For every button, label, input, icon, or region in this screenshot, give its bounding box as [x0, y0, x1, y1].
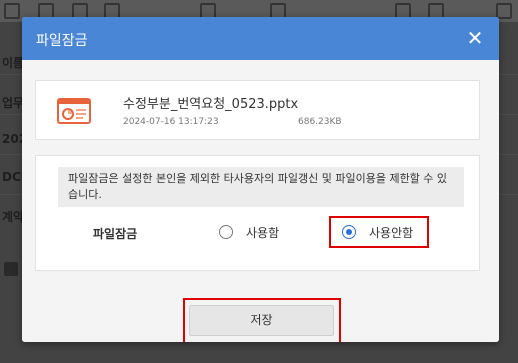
dialog-header: 파일잠금 ✕ [22, 17, 499, 60]
lock-icon [4, 262, 18, 276]
radio-use[interactable]: 사용함 [219, 222, 279, 242]
radio-use-circle[interactable] [219, 225, 233, 239]
dialog-body: 수정부분_번역요청_0523.pptx 2024-07-16 13:17:23 … [22, 60, 499, 342]
file-name: 수정부분_번역요청_0523.pptx [123, 97, 299, 112]
highlight-box [183, 298, 341, 342]
file-info-card: 수정부분_번역요청_0523.pptx 2024-07-16 13:17:23 … [35, 80, 480, 140]
pptx-file-icon [57, 95, 91, 127]
lock-setting-label: 파일잠금 [93, 227, 138, 241]
radio-use-label: 사용함 [246, 225, 280, 240]
list-label: 이름 [2, 56, 25, 70]
list-label: 업무 [2, 96, 25, 110]
file-size: 686.23KB [298, 117, 342, 127]
lock-notice: 파일잠금은 설정한 본인을 제외한 타사용자의 파일갱신 및 파일이용을 제한할… [58, 167, 464, 207]
file-date: 2024-07-16 13:17:23 [123, 117, 219, 127]
lock-setting-card: 파일잠금은 설정한 본인을 제외한 타사용자의 파일갱신 및 파일이용을 제한할… [35, 155, 480, 271]
highlight-box [329, 216, 429, 248]
file-lock-dialog: 파일잠금 ✕ 수정부분_번역요청_0523.pptx 2024-07-16 13… [22, 17, 499, 342]
list-label: 계약 [2, 210, 25, 224]
toolbar-icon [4, 3, 20, 19]
dialog-title: 파일잠금 [36, 33, 88, 49]
close-icon[interactable]: ✕ [463, 26, 487, 50]
